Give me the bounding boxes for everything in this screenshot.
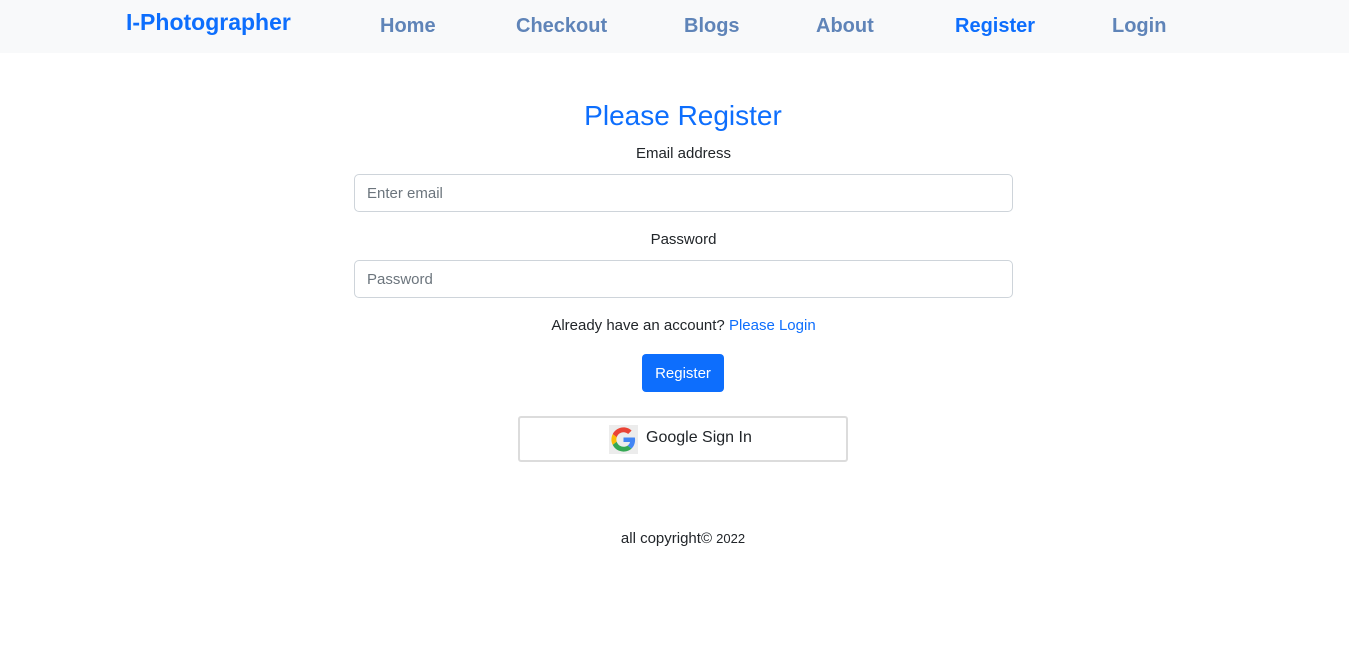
nav-checkout[interactable]: Checkout	[516, 15, 607, 38]
copyright-year: 2022	[716, 531, 746, 546]
email-label: Email address	[635, 145, 732, 162]
google-g-icon	[609, 425, 638, 454]
google-sign-in-button[interactable]: Google Sign In	[518, 416, 848, 462]
nav-about[interactable]: About	[816, 15, 874, 38]
footer: all copyright© 2022	[0, 530, 1349, 547]
brand-logo[interactable]: I-Photographer	[126, 9, 291, 36]
please-login-link[interactable]: Please Login	[729, 317, 816, 334]
nav-register[interactable]: Register	[955, 15, 1035, 38]
nav-login[interactable]: Login	[1112, 15, 1166, 38]
page-title: Please Register	[584, 100, 782, 131]
already-account-label: Already have an account?	[551, 317, 725, 334]
password-input[interactable]	[354, 260, 1013, 298]
register-button[interactable]: Register	[642, 354, 724, 392]
google-sign-in-label: Google Sign In	[646, 429, 752, 446]
nav-home[interactable]: Home	[380, 15, 436, 38]
copyright-text: all copyright©	[620, 530, 712, 547]
nav-blogs[interactable]: Blogs	[684, 15, 740, 38]
email-input[interactable]	[354, 174, 1013, 212]
navbar: I-Photographer Home Checkout Blogs About…	[0, 0, 1349, 53]
already-account-text: Already have an account? Please Login	[354, 317, 1013, 334]
password-label: Password	[650, 231, 717, 248]
